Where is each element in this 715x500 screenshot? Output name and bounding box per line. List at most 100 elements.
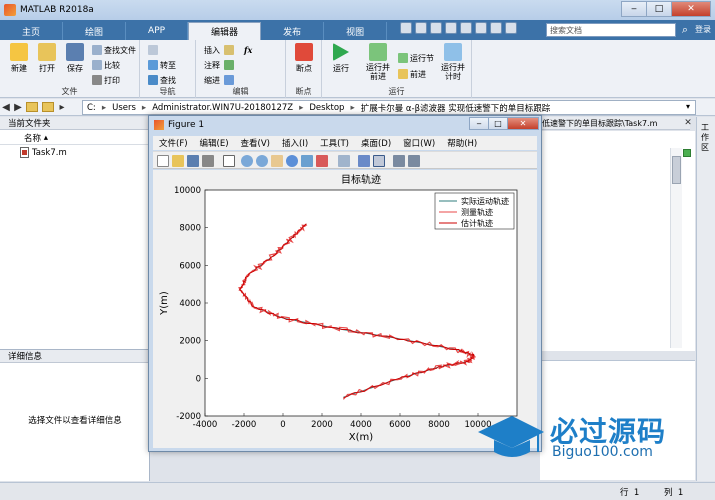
undo-icon[interactable] (460, 22, 472, 34)
menu-insert[interactable]: 插入(I) (282, 137, 308, 149)
print-figure-icon[interactable] (202, 155, 214, 167)
rotate-icon[interactable] (286, 155, 298, 167)
figure-title-bar[interactable]: Figure 1 ‒ □ ✕ (149, 116, 541, 134)
comment-button[interactable]: 注释 (204, 59, 236, 71)
file-item[interactable]: Task7.m (20, 147, 67, 158)
menu-edit[interactable]: 编辑(E) (200, 137, 229, 149)
switch-windows-icon[interactable] (490, 22, 502, 34)
print-button[interactable]: 打印 (92, 74, 120, 86)
tab-editor[interactable]: 编辑器 (188, 22, 262, 40)
paste-icon[interactable] (445, 22, 457, 34)
path-segment[interactable]: C: (87, 103, 96, 113)
editor-scrollbar[interactable] (670, 148, 682, 348)
minimize-button[interactable]: ‒ (621, 1, 647, 17)
fx-button[interactable]: fx (244, 44, 252, 56)
menu-view[interactable]: 查看(V) (241, 137, 270, 149)
redo-icon[interactable] (475, 22, 487, 34)
zoom-in-icon[interactable] (241, 155, 253, 167)
y-tick-label: 8000 (179, 224, 201, 234)
maximize-button[interactable]: □ (646, 1, 672, 17)
breakpoint-icon (295, 43, 313, 61)
insert-button[interactable]: 插入 (204, 44, 236, 56)
editor-tab[interactable]: 低速警下的单目标跟踪\Task7.m (540, 117, 690, 130)
help-icon[interactable] (505, 22, 517, 34)
colorbar-icon[interactable] (358, 155, 370, 167)
run-time-button[interactable]: 运行并 计时 (436, 43, 470, 81)
run-section-button[interactable]: 运行节 (398, 52, 434, 64)
menu-help[interactable]: 帮助(H) (447, 137, 477, 149)
open-button[interactable]: 打开 (32, 43, 62, 74)
search-documentation-input[interactable]: 搜索文档 (546, 23, 676, 37)
save-button[interactable]: 保存 (60, 43, 90, 74)
code-analyzer-icon[interactable] (683, 149, 691, 157)
new-button[interactable]: 新建 (4, 43, 34, 74)
tab-view[interactable]: 视图 (324, 22, 388, 40)
zoom-out-icon[interactable] (256, 155, 268, 167)
path-segment[interactable]: Users (112, 103, 136, 113)
figure-window[interactable]: Figure 1 ‒ □ ✕ 文件(F) 编辑(E) 查看(V) 插入(I) 工… (148, 115, 542, 452)
copy-icon[interactable] (430, 22, 442, 34)
brush-icon[interactable] (316, 155, 328, 167)
tab-home[interactable]: 主页 (0, 22, 64, 40)
data-cursor-icon[interactable] (301, 155, 313, 167)
tab-plots[interactable]: 绘图 (63, 22, 127, 40)
hide-tools-icon[interactable] (393, 155, 405, 167)
link-plot-icon[interactable] (338, 155, 350, 167)
x-tick-label: 6000 (389, 420, 411, 430)
path-input[interactable]: C: ▸ Users ▸ Administrator.WIN7U-20180127Z… (82, 100, 696, 115)
scrollbar-thumb[interactable] (672, 156, 681, 184)
figure-canvas[interactable]: 目标轨迹 -4000 -2000 0 2000 4000 6000 8000 10000 -200… (153, 170, 537, 448)
compare-button[interactable]: 比较 (92, 59, 120, 71)
name-column-header[interactable]: 名称 ▴ (0, 131, 150, 145)
find-files-button[interactable]: 查找文件 (92, 44, 136, 56)
indent-button[interactable]: 缩进 (204, 74, 236, 86)
save-figure-icon[interactable] (187, 155, 199, 167)
run-button[interactable]: 运行 (326, 43, 356, 74)
login-link[interactable]: 登录 (695, 24, 711, 35)
editor-close-icon[interactable]: ✕ (683, 118, 693, 128)
forward-arrow-icon[interactable]: ▶ (12, 101, 24, 113)
legend-label: 测量轨迹 (461, 207, 493, 217)
search-icon[interactable]: ⌕ (678, 23, 692, 37)
tab-apps[interactable]: APP (126, 22, 189, 40)
up-folder-icon[interactable] (26, 102, 38, 112)
path-separator: ▸ (141, 102, 147, 113)
close-button[interactable]: ✕ (671, 1, 711, 17)
advance-button[interactable]: 前进 (398, 68, 426, 80)
arrows-button[interactable] (148, 44, 160, 56)
root-icon[interactable]: ▸ (56, 101, 68, 113)
open-file-icon[interactable] (172, 155, 184, 167)
window-controls: ‒ □ ✕ (621, 1, 711, 17)
path-segment[interactable]: Desktop (309, 103, 344, 113)
cut-icon[interactable] (415, 22, 427, 34)
trajectory-plot[interactable]: 目标轨迹-4000 -2000 0 2000 4000 6000 8000 10000-200… (153, 170, 537, 448)
path-segment[interactable]: 扩展卡尔曼 α-β滤波器 实现低速警下的单目标跟踪 (361, 102, 551, 114)
path-segment[interactable]: Administrator.WIN7U-20180127Z (152, 103, 293, 113)
legend-icon[interactable] (373, 155, 385, 167)
save-quick-icon[interactable] (400, 22, 412, 34)
tab-publish[interactable]: 发布 (261, 22, 325, 40)
pointer-icon[interactable] (223, 155, 235, 167)
back-arrow-icon[interactable]: ◀ (0, 101, 12, 113)
figure-logo-icon (154, 120, 164, 130)
show-tools-icon[interactable] (408, 155, 420, 167)
menu-tools[interactable]: 工具(T) (320, 137, 349, 149)
goto-button[interactable]: 转至 (148, 59, 176, 71)
menu-file[interactable]: 文件(F) (159, 137, 188, 149)
goto-icon (148, 60, 158, 70)
details-title: 详细信息 (0, 350, 149, 363)
browse-folder-icon[interactable] (42, 102, 54, 112)
quick-access-toolbar (400, 22, 520, 34)
path-dropdown-icon[interactable]: ▾ (686, 102, 690, 111)
pan-icon[interactable] (271, 155, 283, 167)
breakpoints-button[interactable]: 断点 (289, 43, 319, 74)
figure-close-button[interactable]: ✕ (507, 117, 539, 130)
menu-window[interactable]: 窗口(W) (403, 137, 435, 149)
y-tick-label: 6000 (179, 261, 201, 271)
new-figure-icon[interactable] (157, 155, 169, 167)
run-advance-button[interactable]: 运行并 前进 (360, 43, 396, 81)
menu-desktop[interactable]: 桌面(D) (361, 137, 391, 149)
find-button[interactable]: 查找 (148, 74, 176, 86)
figure-minimize-button[interactable]: ‒ (469, 117, 489, 130)
figure-maximize-button[interactable]: □ (488, 117, 508, 130)
